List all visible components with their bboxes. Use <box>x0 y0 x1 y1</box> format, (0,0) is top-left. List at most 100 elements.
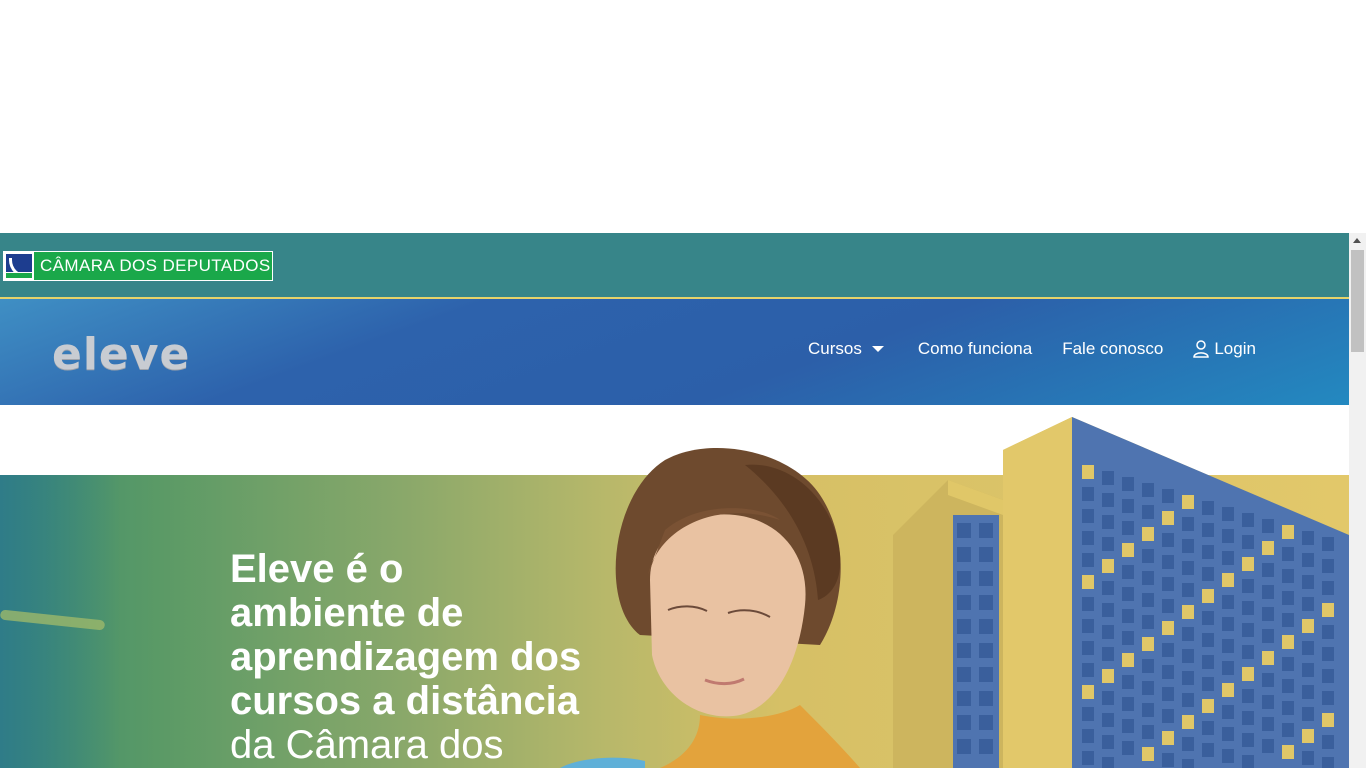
eleve-logo[interactable]: eleve <box>52 329 190 380</box>
building-window <box>1262 717 1274 731</box>
nav-fale-conosco[interactable]: Fale conosco <box>1062 339 1163 359</box>
camara-emblem-icon <box>4 252 34 280</box>
building-window <box>1182 539 1194 553</box>
scrollbar[interactable] <box>1349 233 1366 768</box>
building-window <box>1202 545 1214 559</box>
building-window <box>1322 559 1334 573</box>
building-window <box>1082 641 1094 655</box>
building-window <box>1322 691 1334 705</box>
building-window <box>1322 669 1334 683</box>
hero-title-line-1: Eleve é o <box>230 547 404 591</box>
hero-title: Eleve é o ambiente de aprendizagem dos c… <box>230 547 600 767</box>
building-window <box>1082 685 1094 699</box>
building-window <box>1102 625 1114 639</box>
building-window <box>1302 597 1314 611</box>
building-window <box>1222 529 1234 543</box>
building-window <box>1182 605 1194 619</box>
building-window <box>1122 587 1134 601</box>
building-window <box>1082 531 1094 545</box>
government-bar: CÂMARA DOS DEPUTADOS <box>0 233 1349 299</box>
building-window <box>1142 571 1154 585</box>
building-window <box>1282 569 1294 583</box>
nav-login[interactable]: Login <box>1193 339 1256 359</box>
building-window <box>1262 541 1274 555</box>
building-window <box>1082 729 1094 743</box>
building-window <box>1182 715 1194 729</box>
building-window <box>1102 713 1114 727</box>
building-window <box>979 691 993 706</box>
building-window <box>1122 653 1134 667</box>
building-window <box>957 715 971 730</box>
building-window <box>1242 755 1254 768</box>
building-window <box>957 691 971 706</box>
building-window <box>1142 505 1154 519</box>
building-window <box>1122 697 1134 711</box>
building-window <box>957 667 971 682</box>
building-window <box>1102 581 1114 595</box>
building-window <box>1222 749 1234 763</box>
hero-title-line-5: da Câmara dos <box>230 723 504 767</box>
building-window <box>1102 515 1114 529</box>
building-window <box>1282 745 1294 759</box>
building-window <box>1082 553 1094 567</box>
scroll-up-arrow-icon[interactable] <box>1353 238 1361 243</box>
building-window <box>1182 583 1194 597</box>
building-window <box>957 523 971 538</box>
building-window <box>1242 645 1254 659</box>
nav-cursos-label: Cursos <box>808 339 862 358</box>
building-window <box>1202 655 1214 669</box>
building-window <box>1282 701 1294 715</box>
nav-como-funciona[interactable]: Como funciona <box>918 339 1032 359</box>
building-window <box>1122 521 1134 535</box>
building-window <box>1302 707 1314 721</box>
camara-logo-link[interactable]: CÂMARA DOS DEPUTADOS <box>3 251 273 281</box>
building-window <box>1122 565 1134 579</box>
building-window <box>1222 551 1234 565</box>
building-window <box>1322 581 1334 595</box>
building-window <box>1222 507 1234 521</box>
scrollbar-thumb[interactable] <box>1351 250 1364 352</box>
building-window <box>1142 681 1154 695</box>
building-window <box>1122 477 1134 491</box>
building-window <box>1282 723 1294 737</box>
building-window <box>1202 743 1214 757</box>
building-window <box>1082 575 1094 589</box>
building-window <box>1202 633 1214 647</box>
building-window <box>1162 643 1174 657</box>
building-window <box>1302 575 1314 589</box>
building-window <box>957 739 971 754</box>
building-window <box>1242 535 1254 549</box>
building-window <box>1102 647 1114 661</box>
building-window <box>1322 713 1334 727</box>
building-window <box>1162 599 1174 613</box>
building-window <box>1182 495 1194 509</box>
building-window <box>1162 577 1174 591</box>
building-window <box>1162 533 1174 547</box>
building-window <box>1182 737 1194 751</box>
building-window <box>1182 517 1194 531</box>
building-window <box>1082 619 1094 633</box>
building-window <box>1142 549 1154 563</box>
chevron-down-icon <box>871 346 884 352</box>
building-window <box>1222 661 1234 675</box>
building-window <box>1242 579 1254 593</box>
woman-photo <box>560 447 860 768</box>
building-window <box>979 523 993 538</box>
building-window <box>1242 623 1254 637</box>
building-window <box>1282 657 1294 671</box>
building-window <box>1202 589 1214 603</box>
building-window <box>1162 555 1174 569</box>
building-window <box>979 739 993 754</box>
building-window <box>1082 663 1094 677</box>
building-window <box>979 547 993 562</box>
building-window <box>979 619 993 634</box>
building-window <box>1262 695 1274 709</box>
building-window <box>1182 693 1194 707</box>
building-window <box>1122 675 1134 689</box>
building-window <box>1282 635 1294 649</box>
nav-cursos[interactable]: Cursos <box>808 339 888 359</box>
building-window <box>1082 751 1094 765</box>
building-window <box>1302 553 1314 567</box>
building-window <box>1102 669 1114 683</box>
main-header: eleve Cursos Como funciona Fale conosco … <box>0 299 1349 405</box>
